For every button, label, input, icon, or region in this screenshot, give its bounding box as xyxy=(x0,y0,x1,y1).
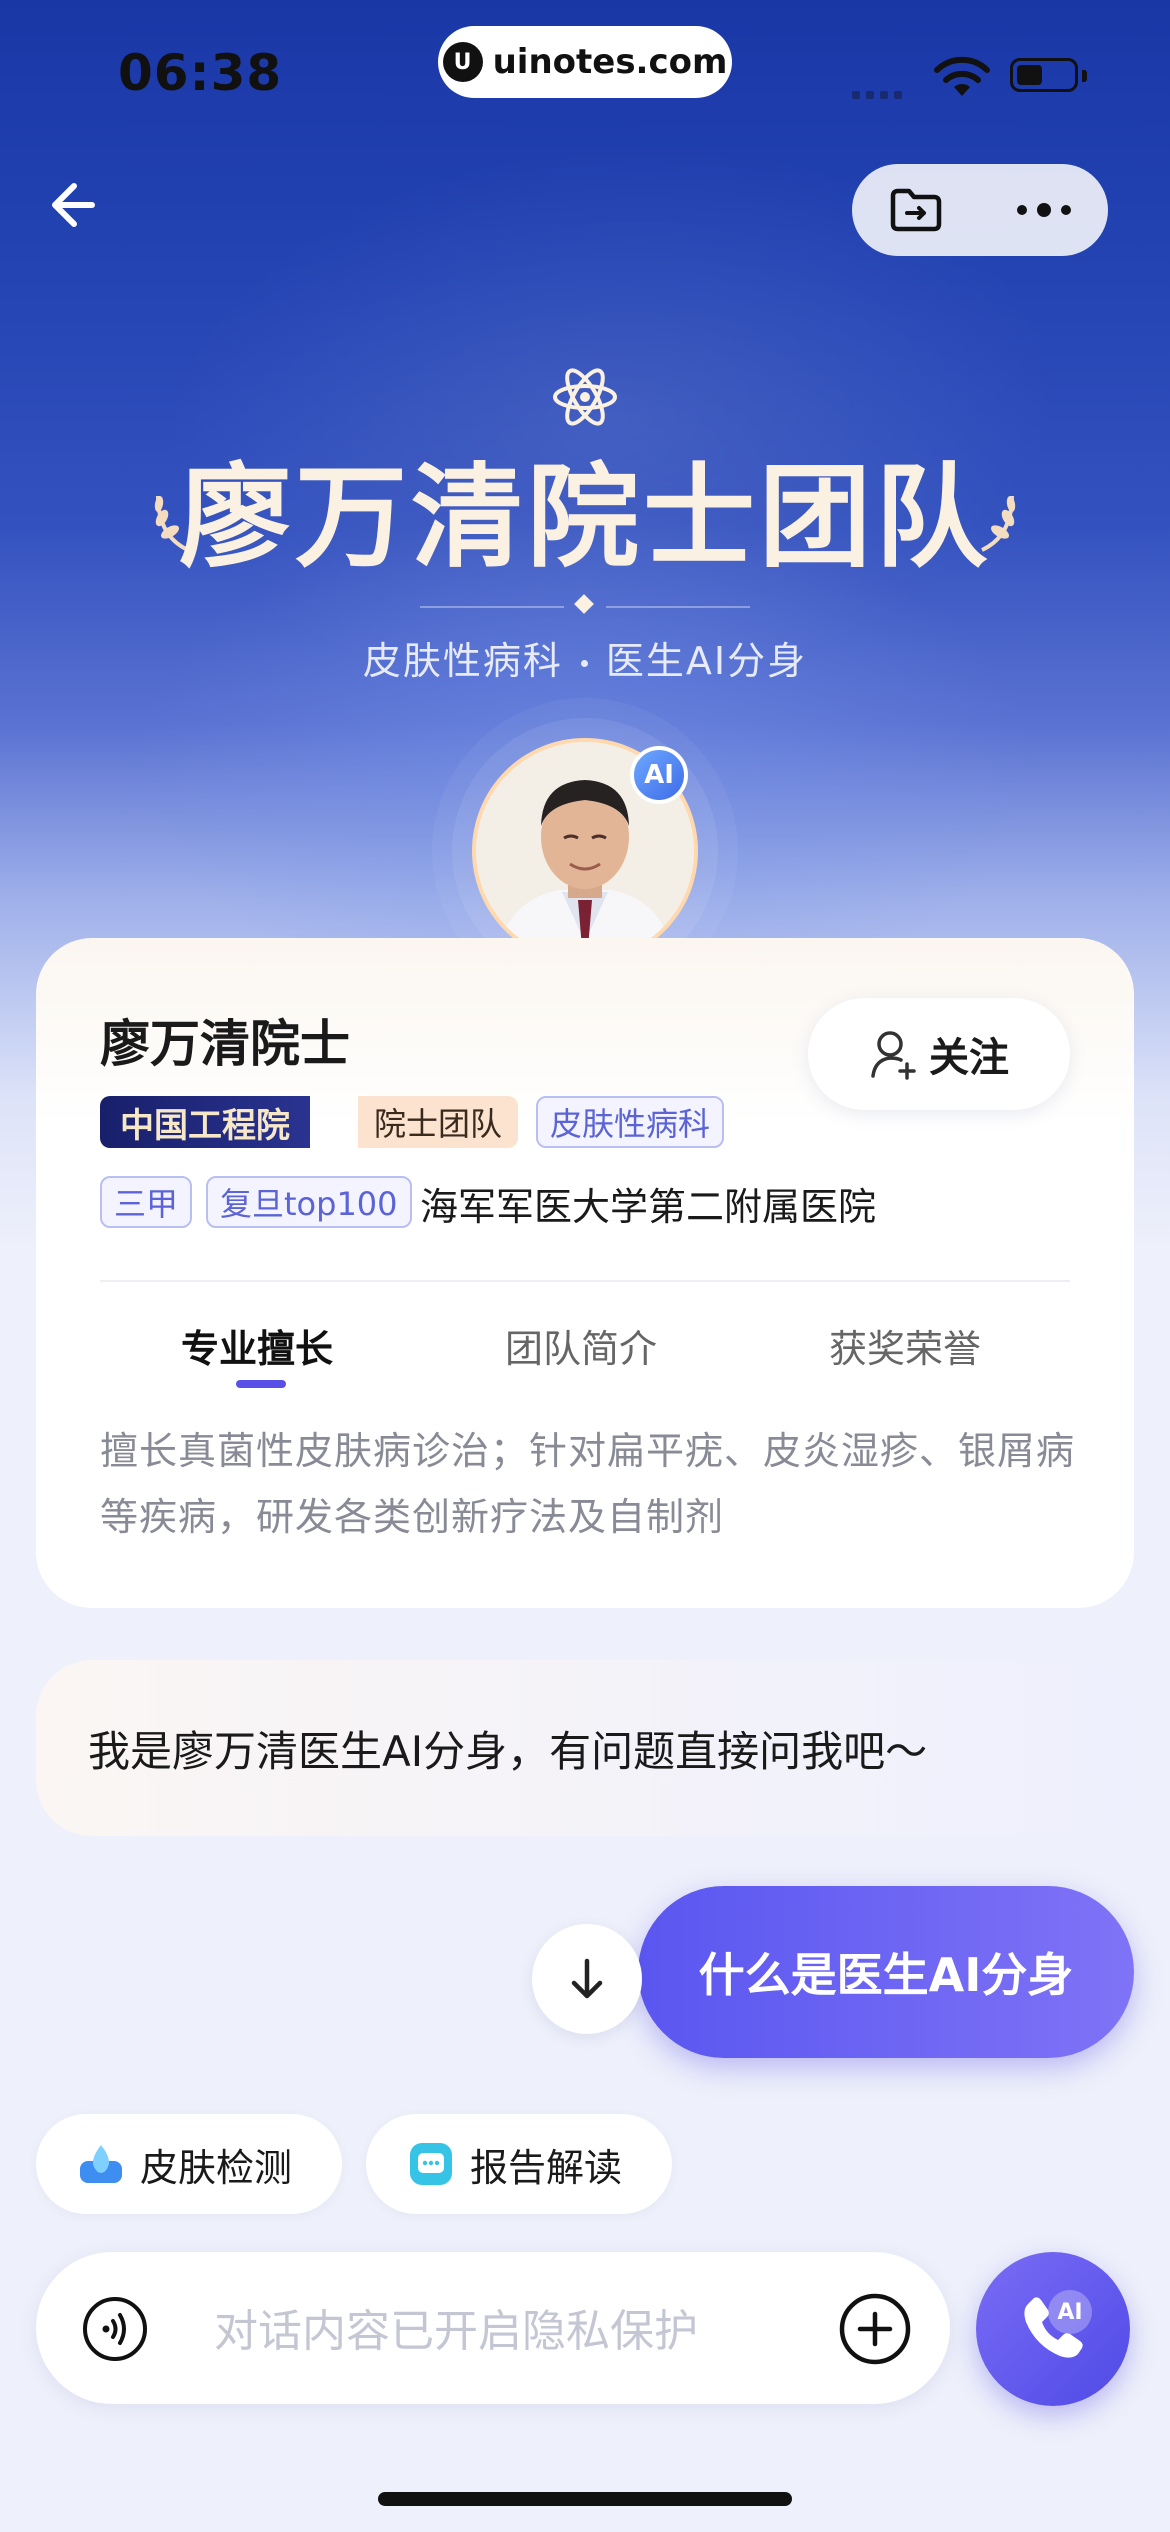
quick-action-label: 皮肤检测 xyxy=(140,2145,293,2190)
title-divider-left xyxy=(420,606,564,608)
back-arrow-icon[interactable] xyxy=(40,170,110,240)
bot-message: 我是廖万清医生AI分身，有问题直接问我吧～ xyxy=(36,1660,1134,1836)
title-divider-right xyxy=(606,606,750,608)
follow-label: 关注 xyxy=(929,1035,1009,1081)
more-dots-icon xyxy=(1017,203,1071,217)
team-tag: 院士团队 xyxy=(358,1096,519,1148)
academy-tag: 中国工程院 xyxy=(100,1096,310,1148)
tab-team-intro[interactable]: 团队简介 xyxy=(505,1318,657,1373)
skin-drop-icon xyxy=(80,2145,122,2183)
arrow-down-icon xyxy=(571,1958,603,1999)
follow-button[interactable]: 关注 xyxy=(808,998,1070,1110)
battery-tip xyxy=(1082,70,1087,82)
cellular-signal-icon xyxy=(852,84,908,103)
site-logo-icon: U xyxy=(442,42,483,82)
expertise-text: 擅长真菌性皮肤病诊治；针对扁平疣、皮炎湿疹、银屑病等疾病，研发各类创新疗法及自制… xyxy=(100,1429,1076,1539)
subtitle-separator xyxy=(580,660,588,667)
tab-awards[interactable]: 获奖荣誉 xyxy=(829,1318,981,1373)
ai-badge: AI xyxy=(630,746,688,804)
doctor-name: 廖万清院士 xyxy=(100,1015,350,1073)
tab-expertise[interactable]: 专业擅长 xyxy=(181,1318,333,1373)
ai-call-button[interactable] xyxy=(976,2252,1130,2406)
more-button[interactable] xyxy=(980,164,1108,256)
url-text: uinotes.com xyxy=(492,42,728,82)
quick-action-report[interactable]: 报告解读 xyxy=(366,2114,672,2214)
subtitle-department: 皮肤性病科 xyxy=(362,639,563,683)
active-tab-indicator xyxy=(236,1380,286,1388)
mini-program-capsule xyxy=(852,164,1108,256)
quick-action-skin-test[interactable]: 皮肤检测 xyxy=(36,2114,342,2214)
report-chat-icon xyxy=(410,2143,452,2185)
department-tag: 皮肤性病科 xyxy=(536,1096,725,1148)
call-ai-badge: AI xyxy=(1048,2290,1092,2334)
laurel-right-icon xyxy=(981,495,1016,552)
url-pill[interactable]: U uinotes.com xyxy=(438,26,732,98)
battery-level xyxy=(1017,65,1042,85)
atom-icon xyxy=(553,368,617,426)
add-user-icon xyxy=(871,1031,916,1080)
phone-icon xyxy=(1024,2297,1083,2358)
folder-refresh-button[interactable] xyxy=(852,164,980,256)
quick-action-label: 报告解读 xyxy=(470,2145,623,2190)
plus-icon[interactable] xyxy=(838,2292,912,2366)
home-indicator xyxy=(378,2492,792,2506)
grade-tag: 三甲 xyxy=(100,1176,193,1228)
card-divider xyxy=(100,1280,1070,1282)
status-time: 06:38 xyxy=(118,44,283,102)
user-message: 什么是医生AI分身 xyxy=(638,1886,1134,2058)
folder-refresh-icon xyxy=(890,188,942,232)
chat-input[interactable] xyxy=(212,2290,806,2372)
wifi-icon xyxy=(934,56,990,96)
hero-subtitle: 皮肤性病科 医生AI分身 xyxy=(0,630,1170,685)
subtitle-ai: 医生AI分身 xyxy=(605,639,808,683)
hospital-name: 海军军医大学第二附属医院 xyxy=(420,1185,877,1229)
voice-input-icon[interactable] xyxy=(82,2296,148,2362)
scroll-to-bottom-button[interactable] xyxy=(532,1924,642,2034)
rank-tag: 复旦top100 xyxy=(206,1176,412,1228)
battery-icon xyxy=(1010,58,1078,92)
